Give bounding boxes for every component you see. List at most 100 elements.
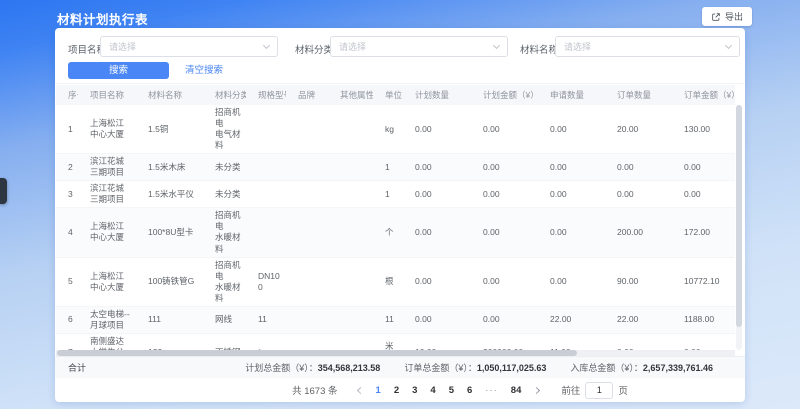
clear-search-button[interactable]: 清空搜索 <box>185 62 223 79</box>
table-cell: 22.00 <box>605 306 672 333</box>
material-category-select[interactable]: 请选择 <box>330 36 508 57</box>
table-cell <box>286 257 328 306</box>
vertical-scrollbar[interactable] <box>736 105 742 350</box>
content-card: 项目名称 请选择 材料分类 请选择 材料名称 请选择 搜索 清空搜索 <box>55 28 745 402</box>
table-row: 3滨江花城三期项目1.5米水平仪未分类10.000.000.000.000.00 <box>56 181 735 208</box>
column-header: 其他属性 <box>328 85 373 105</box>
project-name-placeholder: 请选择 <box>109 40 136 53</box>
table-cell <box>328 105 373 154</box>
summary-item: 订单总金额（¥）：1,050,117,025.63 <box>404 361 546 374</box>
table-cell: 1.5米水平仪 <box>136 181 203 208</box>
table-cell <box>286 306 328 333</box>
table-row: 6太空电梯--月球项目111网线11110.000.0022.0022.0011… <box>56 306 735 333</box>
next-page-button[interactable] <box>529 383 543 397</box>
table-cell: 0.00 <box>538 181 605 208</box>
table-cell: 0.00 <box>471 306 538 333</box>
column-header: 申请数量 <box>538 85 605 105</box>
table-cell: 200000.00 <box>471 333 538 350</box>
page-number[interactable]: 1 <box>376 385 381 396</box>
page-number[interactable]: 3 <box>412 385 417 396</box>
summary-item-label: 计划总金额（¥）： <box>245 363 318 373</box>
table-cell <box>328 154 373 181</box>
table-cell: 2 <box>56 154 78 181</box>
table-cell: 0.00 <box>605 154 672 181</box>
table-cell: 172.00 <box>672 208 735 257</box>
filter-bar: 项目名称 请选择 材料分类 请选择 材料名称 请选择 搜索 清空搜索 <box>55 28 745 84</box>
column-header: 订单数量 <box>605 85 672 105</box>
summary-total-label: 合计 <box>55 361 86 374</box>
page-ellipsis: ··· <box>485 385 498 396</box>
material-name-placeholder: 请选择 <box>564 40 591 53</box>
column-header: 材料名称 <box>136 85 203 105</box>
column-header: 项目名称 <box>78 85 136 105</box>
table-row: 1上海松江中心大厦1.5铜招商机电 电气材料kg0.000.000.0020.0… <box>56 105 735 154</box>
page-number[interactable]: 4 <box>430 385 435 396</box>
table-cell: 1188.00 <box>672 306 735 333</box>
page-number[interactable]: 2 <box>394 385 399 396</box>
table-cell: kg <box>373 105 403 154</box>
table-cell <box>246 105 286 154</box>
column-header: 计划数量 <box>403 85 471 105</box>
goto-page-group: 前往 页 <box>561 382 628 399</box>
prev-page-button[interactable] <box>354 383 368 397</box>
export-button[interactable]: 导出 <box>702 7 752 26</box>
table-cell <box>246 154 286 181</box>
table-row: 2滨江花城三期项目1.5米木床未分类10.000.000.000.000.00 <box>56 154 735 181</box>
table-cell: 1 <box>56 105 78 154</box>
goto-page-input[interactable] <box>585 382 613 399</box>
material-name-label: 材料名称 <box>520 42 558 56</box>
table-cell <box>286 154 328 181</box>
table-cell <box>328 333 373 350</box>
table-row: 7南侧盛达大学生公寓新建123不锈钢*米重10.00200000.0011.00… <box>56 333 735 350</box>
table-cell: 0.00 <box>538 105 605 154</box>
chevron-left-icon <box>357 386 364 393</box>
table-cell <box>286 208 328 257</box>
table-cell: 1.5米木床 <box>136 154 203 181</box>
search-button[interactable]: 搜索 <box>68 62 169 79</box>
material-plan-table: 序号项目名称材料名称材料分类规格型号品牌其他属性单位计划数量计划金额（¥）申请数… <box>56 85 735 350</box>
export-button-label: 导出 <box>725 10 743 23</box>
table-cell: 3 <box>56 181 78 208</box>
material-category-placeholder: 请选择 <box>339 40 366 53</box>
table-cell: 11 <box>373 306 403 333</box>
pagination-total: 共 1673 条 <box>292 383 337 397</box>
table-cell: 0.00 <box>403 208 471 257</box>
summary-item-value: 2,657,339,761.46 <box>643 363 713 373</box>
table-cell <box>328 306 373 333</box>
table-cell: 123 <box>136 333 203 350</box>
table-cell <box>328 208 373 257</box>
table-cell: 11.00 <box>538 333 605 350</box>
column-header: 材料分类 <box>203 85 246 105</box>
table-cell: 4 <box>56 208 78 257</box>
table-cell: 20.00 <box>605 105 672 154</box>
table-cell: 0.00 <box>471 105 538 154</box>
page-unit-label: 页 <box>618 383 628 397</box>
table-cell: 1 <box>373 181 403 208</box>
table-cell: 22.00 <box>538 306 605 333</box>
table-cell: 5 <box>56 257 78 306</box>
table-body: 1上海松江中心大厦1.5铜招商机电 电气材料kg0.000.000.0020.0… <box>56 105 735 350</box>
side-drawer-handle[interactable] <box>0 178 7 204</box>
table-row: 4上海松江中心大厦100*8U型卡招商机电 水暖材料个0.000.000.002… <box>56 208 735 257</box>
table-cell: 6 <box>56 306 78 333</box>
table-cell: 1.5铜 <box>136 105 203 154</box>
chevron-down-icon <box>725 41 732 48</box>
page-number[interactable]: 5 <box>449 385 454 396</box>
page-number[interactable]: 84 <box>511 385 522 396</box>
table-cell: 招商机电 水暖材料 <box>203 257 246 306</box>
chevron-right-icon <box>533 386 540 393</box>
table-cell: 0.00 <box>471 154 538 181</box>
table-cell: DN100 <box>246 257 286 306</box>
project-name-select[interactable]: 请选择 <box>100 36 278 57</box>
material-name-select[interactable]: 请选择 <box>555 36 740 57</box>
table-cell: 0.00 <box>672 333 735 350</box>
vertical-scrollbar-thumb[interactable] <box>736 105 742 327</box>
page-number[interactable]: 6 <box>467 385 472 396</box>
table-cell: 个 <box>373 208 403 257</box>
table-cell: 0.00 <box>403 181 471 208</box>
column-header: 规格型号 <box>246 85 286 105</box>
table-cell <box>286 333 328 350</box>
column-header: 序号 <box>56 85 78 105</box>
table-cell: 0.00 <box>403 257 471 306</box>
table-cell: 上海松江中心大厦 <box>78 257 136 306</box>
